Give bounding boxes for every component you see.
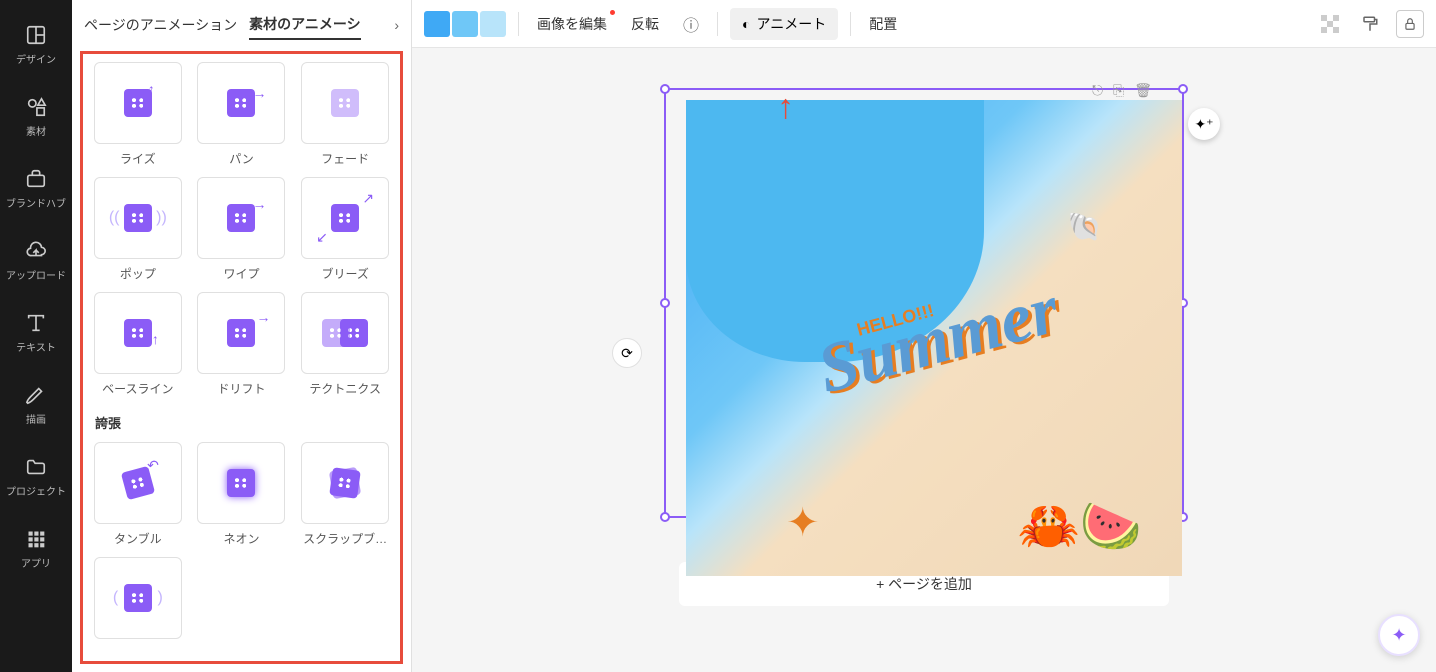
sidebar-item-draw[interactable]: 描画 — [0, 368, 72, 440]
sidebar-item-apps[interactable]: アプリ — [0, 512, 72, 584]
animation-panel: ページのアニメーション 素材のアニメーシ › ↑ライズ →パン フェード (()… — [72, 0, 412, 672]
animation-option-neon[interactable]: ネオン — [195, 442, 289, 547]
animation-option-scrapbook[interactable]: スクラップブ… — [298, 442, 392, 547]
animation-option-fade[interactable]: フェード — [298, 62, 392, 167]
transparency-icon[interactable] — [1316, 10, 1344, 38]
selection-box[interactable]: ⎋ ⎘ 🗑 ✦⁺ HELLO!!! Summer 🐚 ✦ 🦀🍉 — [664, 88, 1184, 518]
folder-icon — [24, 455, 48, 479]
regenerate-button[interactable]: ✦⁺ — [1188, 108, 1220, 140]
sidebar-item-design[interactable]: デザイン — [0, 8, 72, 80]
next-tabs-button[interactable]: › — [394, 17, 399, 33]
shapes-icon — [24, 95, 48, 119]
sidebar-label: テキスト — [16, 339, 56, 354]
delete-icon[interactable]: 🗑 — [1134, 82, 1152, 99]
resize-handle[interactable] — [660, 512, 670, 522]
animation-option-baseline[interactable]: ↑ベースライン — [91, 292, 185, 397]
animation-list: ↑ライズ →パン フェード (())ポップ →ワイプ ↗↙ブリーズ ↑ベースライ… — [80, 51, 403, 664]
flip-button[interactable]: 反転 — [625, 8, 665, 40]
sidebar-label: プロジェクト — [6, 483, 66, 498]
shell-graphic: 🐚 — [1067, 210, 1102, 243]
animation-option-pop[interactable]: (())ポップ — [91, 177, 185, 282]
info-icon[interactable]: ⓘ — [677, 10, 705, 38]
sidebar-label: デザイン — [16, 51, 56, 66]
color-swatch-2[interactable] — [452, 11, 478, 37]
color-swatches — [424, 11, 506, 37]
lock-icon[interactable] — [1396, 10, 1424, 38]
separator — [518, 12, 519, 36]
animation-option-drift[interactable]: →ドリフト — [195, 292, 289, 397]
selection-mini-toolbar: ⎋ ⎘ 🗑 — [1092, 82, 1152, 99]
main-area: 画像を編集 反転 ⓘ ◐アニメート 配置 ⟳ ⎋ ⎘ 🗑 ✦⁺ — [412, 0, 1436, 672]
color-swatch-1[interactable] — [424, 11, 450, 37]
separator — [717, 12, 718, 36]
pen-icon — [24, 383, 48, 407]
sidebar-label: アップロード — [6, 267, 66, 282]
context-toolbar: 画像を編集 反転 ⓘ ◐アニメート 配置 — [412, 0, 1436, 48]
app-sidebar: デザイン 素材 ブランドハブ アップロード テキスト 描画 プロジェクト アプリ — [0, 0, 72, 672]
notification-dot-icon — [610, 10, 615, 15]
briefcase-icon — [24, 167, 48, 191]
sidebar-item-upload[interactable]: アップロード — [0, 224, 72, 296]
separator — [850, 12, 851, 36]
panel-tabs: ページのアニメーション 素材のアニメーシ › — [72, 0, 411, 51]
crab-graphic: 🦀🍉 — [1017, 497, 1142, 556]
unlock-icon[interactable]: ⎋ — [1092, 82, 1103, 99]
tab-page-animation[interactable]: ページのアニメーション — [84, 11, 237, 39]
position-button[interactable]: 配置 — [863, 8, 903, 40]
sidebar-label: ブランドハブ — [6, 195, 66, 210]
canvas-area[interactable]: ⟳ ⎋ ⎘ 🗑 ✦⁺ HELLO!!! Summer 🐚 ✦ 🦀� — [412, 48, 1436, 672]
edit-image-button[interactable]: 画像を編集 — [531, 8, 613, 40]
sidebar-item-brandhub[interactable]: ブランドハブ — [0, 152, 72, 224]
animation-option-tectonics[interactable]: テクトニクス — [298, 292, 392, 397]
annotation-arrow-icon — [777, 88, 794, 127]
animation-option-wipe[interactable]: →ワイプ — [195, 177, 289, 282]
cloud-upload-icon — [24, 239, 48, 263]
grid-icon — [24, 527, 48, 551]
animation-option-extra[interactable]: () — [91, 557, 185, 639]
animate-button[interactable]: ◐アニメート — [730, 8, 838, 40]
sync-button[interactable]: ⟳ — [612, 338, 642, 368]
animation-option-tumble[interactable]: ↶タンブル — [91, 442, 185, 547]
animation-option-rise[interactable]: ↑ライズ — [91, 62, 185, 167]
resize-handle[interactable] — [1178, 84, 1188, 94]
text-icon — [24, 311, 48, 335]
design-canvas[interactable]: HELLO!!! Summer 🐚 ✦ 🦀🍉 — [686, 100, 1182, 576]
section-emphasis-title: 誇張 — [91, 407, 392, 432]
paint-roller-icon[interactable] — [1356, 10, 1384, 38]
ai-assist-button[interactable]: ✦ — [1378, 614, 1420, 656]
animate-icon: ◐ — [742, 16, 750, 32]
animation-option-pan[interactable]: →パン — [195, 62, 289, 167]
sidebar-label: アプリ — [21, 555, 51, 570]
sidebar-item-projects[interactable]: プロジェクト — [0, 440, 72, 512]
sidebar-item-elements[interactable]: 素材 — [0, 80, 72, 152]
color-swatch-3[interactable] — [480, 11, 506, 37]
sidebar-label: 素材 — [26, 123, 46, 138]
sidebar-item-text[interactable]: テキスト — [0, 296, 72, 368]
tab-element-animation[interactable]: 素材のアニメーシ — [249, 10, 360, 40]
sidebar-label: 描画 — [26, 411, 46, 426]
layout-icon — [24, 23, 48, 47]
resize-handle[interactable] — [660, 298, 670, 308]
duplicate-icon[interactable]: ⎘ — [1113, 82, 1124, 99]
animation-option-breeze[interactable]: ↗↙ブリーズ — [298, 177, 392, 282]
resize-handle[interactable] — [660, 84, 670, 94]
starfish-graphic: ✦ — [786, 500, 820, 546]
